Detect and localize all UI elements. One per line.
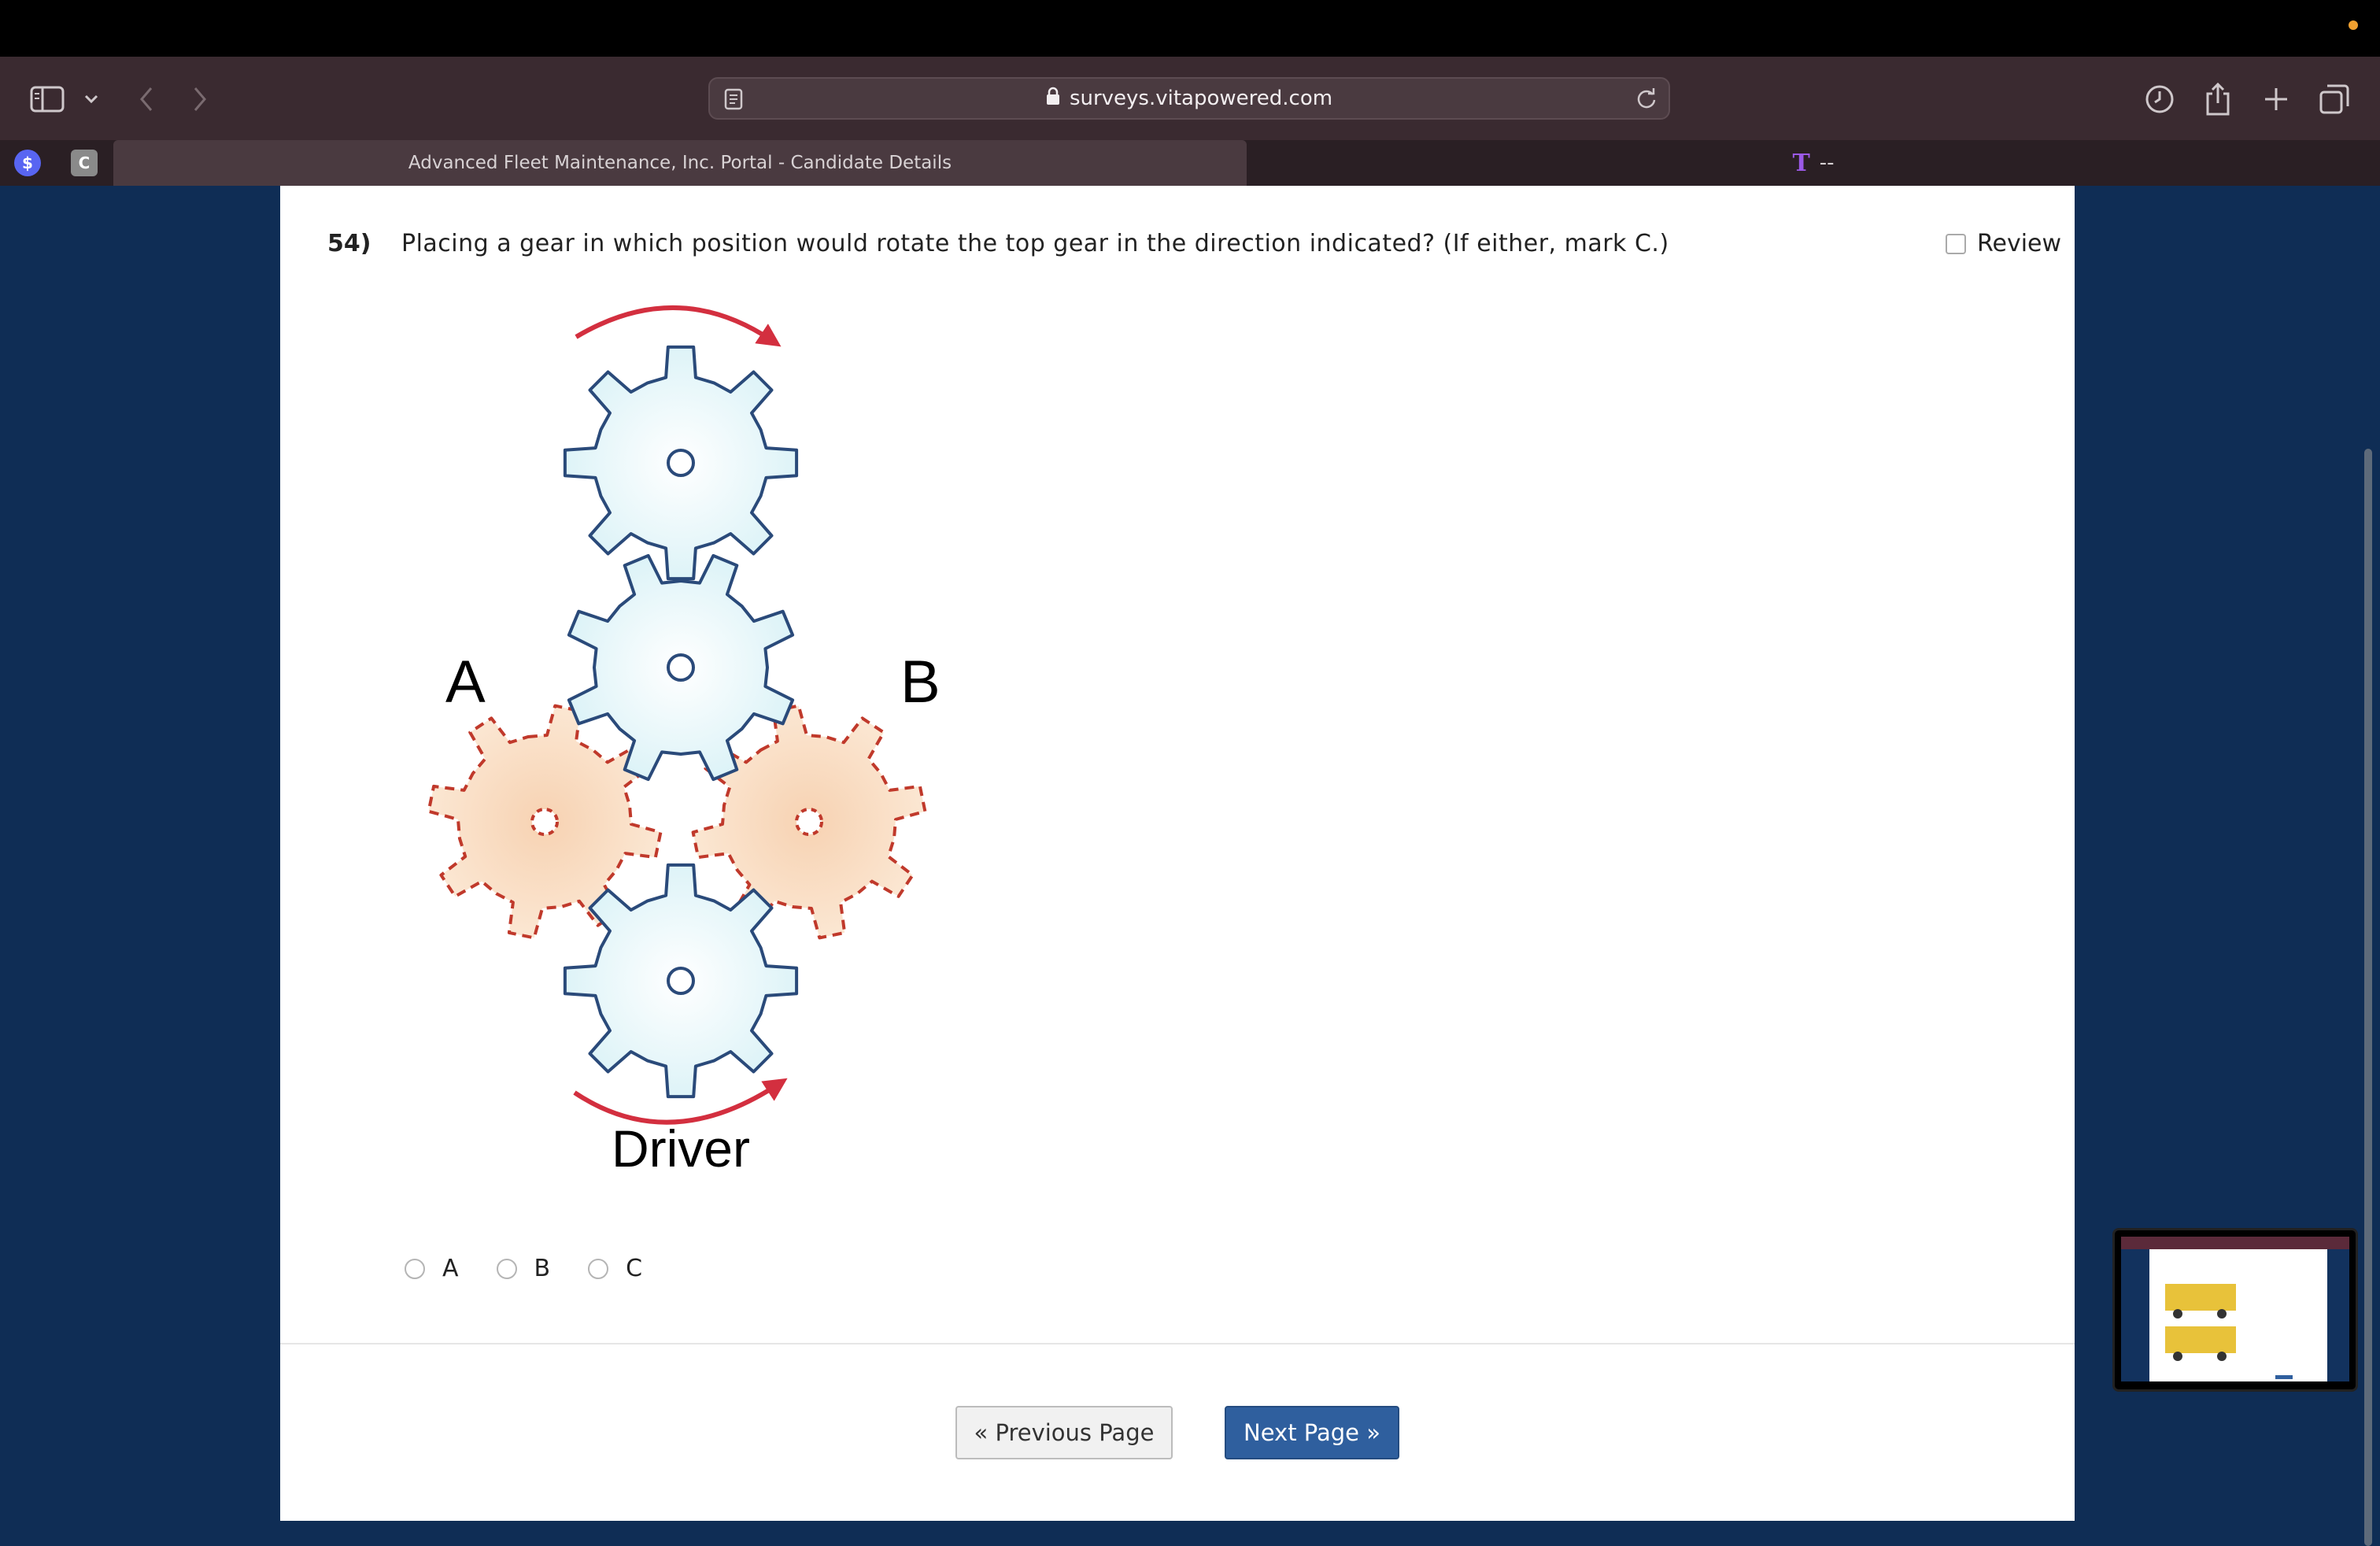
driver-gear xyxy=(563,863,799,1099)
answer-option-c[interactable]: C xyxy=(588,1255,642,1282)
answer-label: B xyxy=(534,1255,551,1282)
option-gear-a xyxy=(427,704,663,940)
question-text: Placing a gear in which position would r… xyxy=(401,230,1669,257)
radio-b[interactable] xyxy=(496,1258,517,1279)
lock-icon xyxy=(1046,87,1060,111)
section-divider xyxy=(280,1343,2075,1344)
answer-option-a[interactable]: A xyxy=(405,1255,459,1282)
driver-label: Driver xyxy=(612,1119,750,1178)
recording-indicator-dot xyxy=(2349,20,2358,30)
answer-label: A xyxy=(442,1255,459,1282)
previous-page-button[interactable]: « Previous Page xyxy=(955,1406,1173,1459)
question-number: 54) xyxy=(327,230,371,257)
favicon-dollar-icon[interactable]: $ xyxy=(14,150,41,176)
gear-axle-hole xyxy=(667,449,695,477)
new-tab-icon[interactable] xyxy=(2252,76,2300,123)
favicon-c-icon[interactable]: C xyxy=(71,150,98,176)
radio-c[interactable] xyxy=(588,1258,609,1279)
answer-option-b[interactable]: B xyxy=(496,1255,551,1282)
sidebar-icon[interactable] xyxy=(24,76,71,123)
preview-screen xyxy=(2121,1237,2349,1381)
page-scrollbar[interactable] xyxy=(2364,449,2372,1546)
review-checkbox[interactable]: Review xyxy=(1946,230,2061,257)
answer-options: A B C xyxy=(405,1255,680,1282)
gear-axle-hole xyxy=(530,808,559,836)
history-icon[interactable] xyxy=(2136,76,2183,123)
top-rotation-arrow xyxy=(575,305,782,347)
forward-icon[interactable] xyxy=(176,76,224,123)
tab-title: -- xyxy=(1819,151,1835,175)
system-menubar xyxy=(0,0,2380,57)
review-label: Review xyxy=(1977,230,2062,257)
position-label-a: A xyxy=(445,649,486,716)
radio-a[interactable] xyxy=(405,1258,425,1279)
middle-gear xyxy=(567,553,795,782)
t-logo-icon: T xyxy=(1792,149,1810,177)
gear-axle-hole xyxy=(667,653,695,682)
gear-diagram-svg: A B Driver xyxy=(427,305,941,1178)
picture-in-picture-preview[interactable] xyxy=(2112,1228,2358,1392)
back-icon[interactable] xyxy=(123,76,170,123)
tab-overview-icon[interactable] xyxy=(2311,76,2358,123)
share-icon[interactable] xyxy=(2194,76,2241,123)
preview-truck-images xyxy=(2165,1284,2293,1379)
tab-second[interactable]: T -- xyxy=(1247,140,2380,186)
gear-axle-hole xyxy=(795,808,823,836)
answer-label: C xyxy=(626,1255,643,1282)
gear-diagram: A B Driver xyxy=(409,283,960,1204)
tab-title: Advanced Fleet Maintenance, Inc. Portal … xyxy=(408,153,952,173)
browser-toolbar: surveys.vitapowered.com xyxy=(0,57,2380,140)
preview-toolbar xyxy=(2121,1237,2349,1249)
top-gear xyxy=(563,345,799,581)
next-page-button[interactable]: Next Page » xyxy=(1225,1406,1399,1459)
tab-candidate-details[interactable]: Advanced Fleet Maintenance, Inc. Portal … xyxy=(113,140,1247,186)
address-bar[interactable]: surveys.vitapowered.com xyxy=(708,77,1670,120)
tab-bar: $ C Advanced Fleet Maintenance, Inc. Por… xyxy=(0,140,2380,186)
review-checkbox-box[interactable] xyxy=(1946,233,1966,254)
position-label-b: B xyxy=(900,649,941,716)
url-text: surveys.vitapowered.com xyxy=(1069,87,1333,110)
reload-icon[interactable] xyxy=(1635,87,1658,113)
gear-axle-hole xyxy=(667,967,695,995)
chevron-down-icon[interactable] xyxy=(68,76,115,123)
preview-page xyxy=(2149,1249,2327,1381)
